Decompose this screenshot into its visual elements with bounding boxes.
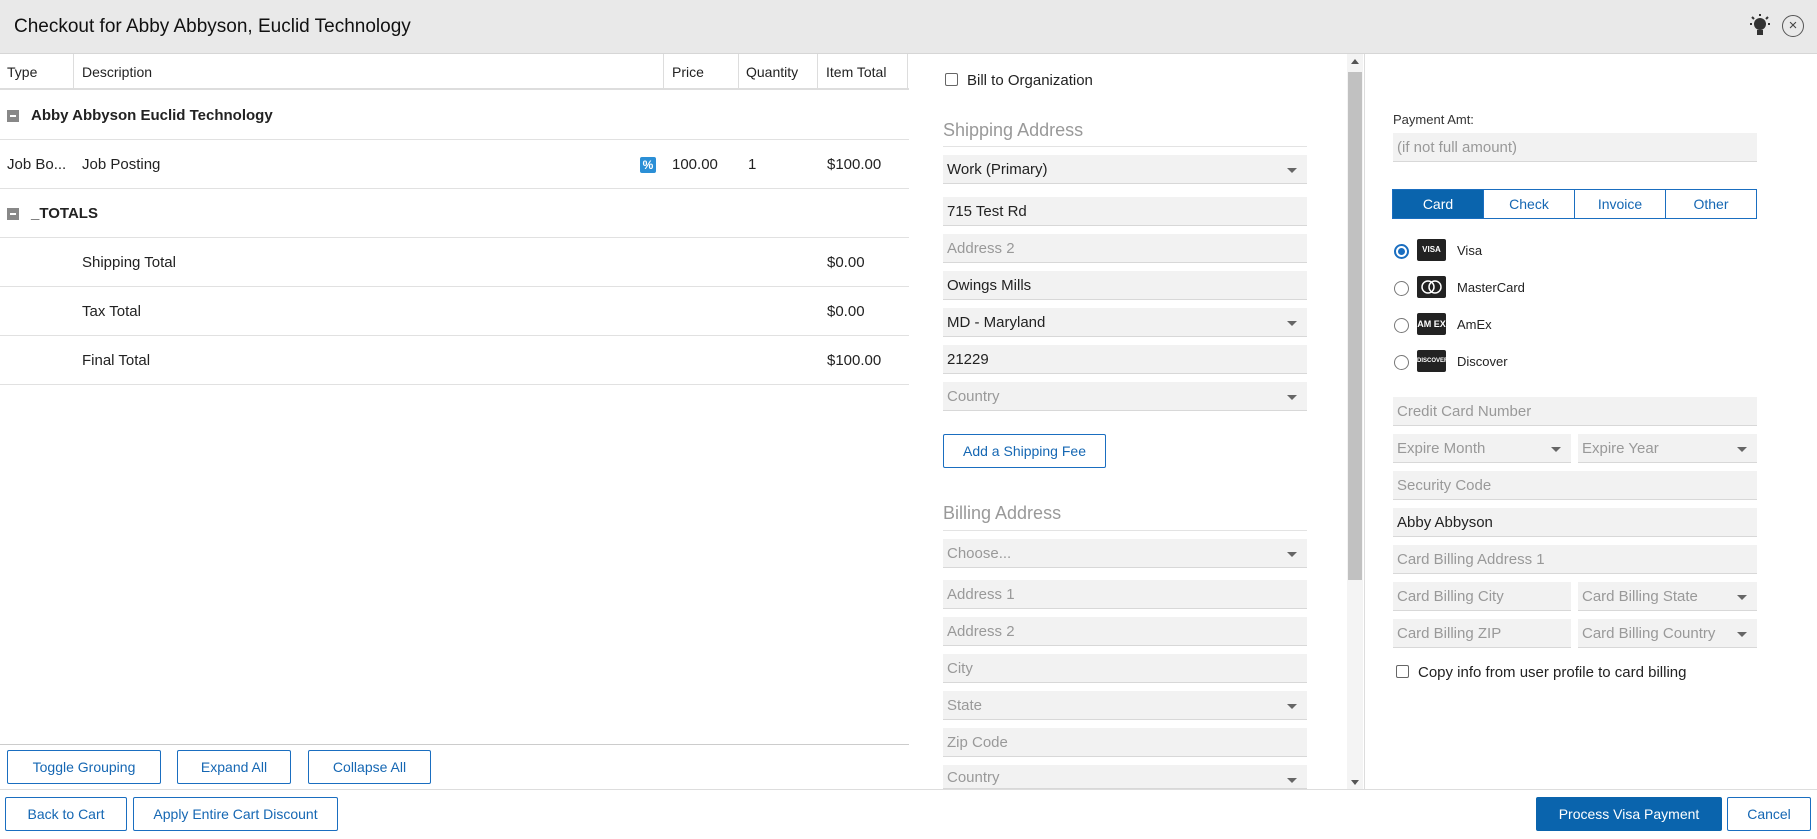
mastercard-label: MasterCard <box>1457 280 1525 295</box>
visa-label: Visa <box>1457 243 1483 258</box>
collapse-icon[interactable] <box>7 208 19 220</box>
column-quantity[interactable]: Quantity <box>746 64 798 80</box>
card-name-field[interactable]: Abby Abbyson <box>1393 508 1757 537</box>
shipping-zip-field[interactable]: 21229 <box>943 345 1307 374</box>
table-row: Shipping Total $0.00 <box>0 238 909 287</box>
tab-invoice[interactable]: Invoice <box>1574 189 1666 219</box>
billing-country-select[interactable]: Country <box>943 765 1307 789</box>
shipping-total-label: Shipping Total <box>82 254 176 271</box>
billing-choose-select[interactable]: Choose... <box>943 539 1307 568</box>
back-to-cart-button[interactable]: Back to Cart <box>5 797 127 831</box>
group-label: _TOTALS <box>31 205 98 222</box>
copy-info-checkbox[interactable] <box>1396 665 1409 678</box>
add-shipping-fee-button[interactable]: Add a Shipping Fee <box>943 434 1106 468</box>
expand-all-button[interactable]: Expand All <box>177 750 291 784</box>
security-code-field[interactable]: Security Code <box>1393 471 1757 500</box>
table-header: Type Description Price Quantity Item Tot… <box>0 54 909 90</box>
card-billing-zip-field[interactable]: Card Billing ZIP <box>1393 619 1571 648</box>
discover-icon: DISCOVER <box>1417 350 1448 372</box>
card-billing-state-select[interactable]: Card Billing State <box>1578 582 1757 611</box>
payment-amt-label: Payment Amt: <box>1393 112 1474 127</box>
bill-to-org-label: Bill to Organization <box>967 72 1093 89</box>
item-type: Job Bo... <box>7 156 67 173</box>
column-type[interactable]: Type <box>7 64 37 80</box>
credit-card-number-field[interactable]: Credit Card Number <box>1393 397 1757 426</box>
group-label: Abby Abbyson Euclid Technology <box>31 107 273 124</box>
shipping-total-value: $0.00 <box>827 254 865 271</box>
shipping-city-field[interactable]: Owings Mills <box>943 271 1307 300</box>
final-total-label: Final Total <box>82 352 151 369</box>
amex-icon: AM EX <box>1417 313 1446 335</box>
table-row: Final Total $100.00 <box>0 336 909 385</box>
copy-info-label: Copy info from user profile to card bill… <box>1418 664 1687 681</box>
group-row: _TOTALS <box>0 189 909 238</box>
tab-check[interactable]: Check <box>1483 189 1575 219</box>
lightbulb-icon[interactable] <box>1748 14 1772 40</box>
title-bar: Checkout for Abby Abbyson, Euclid Techno… <box>0 0 1817 54</box>
mastercard-icon <box>1417 276 1446 298</box>
apply-cart-discount-button[interactable]: Apply Entire Cart Discount <box>133 797 338 831</box>
billing-city-field[interactable]: City <box>943 654 1307 683</box>
final-total-value: $100.00 <box>827 352 882 369</box>
discount-icon[interactable]: % <box>640 157 656 173</box>
shipping-state-select[interactable]: MD - Maryland <box>943 308 1307 337</box>
tab-other[interactable]: Other <box>1665 189 1757 219</box>
item-total: $100.00 <box>827 156 882 173</box>
close-icon[interactable]: × <box>1782 15 1804 37</box>
table-row[interactable]: Job Bo... Job Posting % 100.00 1 $100.00 <box>0 140 909 189</box>
expire-month-select[interactable]: Expire Month <box>1393 434 1571 463</box>
shipping-country-select[interactable]: Country <box>943 382 1307 411</box>
payment-amt-field[interactable]: (if not full amount) <box>1393 133 1757 162</box>
table-row: Tax Total $0.00 <box>0 287 909 336</box>
cart-table: Type Description Price Quantity Item Tot… <box>0 54 909 744</box>
card-billing-country-select[interactable]: Card Billing Country <box>1578 619 1757 648</box>
item-description: Job Posting <box>82 156 161 173</box>
billing-address2-field[interactable]: Address 2 <box>943 617 1307 646</box>
radio-visa[interactable] <box>1394 244 1409 259</box>
group-row: Abby Abbyson Euclid Technology <box>0 91 909 140</box>
shipping-address-type-select[interactable]: Work (Primary) <box>943 155 1307 184</box>
payment-method-tabs: Card Check Invoice Other <box>1392 189 1757 219</box>
bill-to-org-checkbox[interactable] <box>945 73 958 86</box>
amex-label: AmEx <box>1457 317 1492 332</box>
column-price[interactable]: Price <box>672 64 704 80</box>
expire-year-select[interactable]: Expire Year <box>1578 434 1757 463</box>
scroll-down-icon[interactable] <box>1351 780 1359 785</box>
billing-heading: Billing Address <box>943 503 1062 523</box>
scroll-up-icon[interactable] <box>1351 59 1359 64</box>
toggle-grouping-button[interactable]: Toggle Grouping <box>7 750 161 784</box>
tax-total-value: $0.00 <box>827 303 865 320</box>
shipping-address1-field[interactable]: 715 Test Rd <box>943 197 1307 226</box>
card-billing-address1-field[interactable]: Card Billing Address 1 <box>1393 545 1757 574</box>
collapse-icon[interactable] <box>7 110 19 122</box>
card-billing-city-field[interactable]: Card Billing City <box>1393 582 1571 611</box>
tax-total-label: Tax Total <box>82 303 141 320</box>
page-title: Checkout for Abby Abbyson, Euclid Techno… <box>14 16 411 37</box>
radio-discover[interactable] <box>1394 355 1409 370</box>
shipping-heading: Shipping Address <box>943 120 1084 140</box>
column-item-total[interactable]: Item Total <box>826 64 886 80</box>
visa-icon: VISA <box>1417 239 1446 261</box>
billing-state-select[interactable]: State <box>943 691 1307 720</box>
tab-card[interactable]: Card <box>1392 189 1484 219</box>
item-quantity: 1 <box>748 156 757 173</box>
collapse-all-button[interactable]: Collapse All <box>308 750 431 784</box>
radio-mastercard[interactable] <box>1394 281 1409 296</box>
item-price: 100.00 <box>672 156 718 173</box>
scrollbar-thumb[interactable] <box>1348 72 1362 580</box>
shipping-address2-field[interactable]: Address 2 <box>943 234 1307 263</box>
billing-address1-field[interactable]: Address 1 <box>943 580 1307 609</box>
cancel-button[interactable]: Cancel <box>1727 797 1811 831</box>
column-description[interactable]: Description <box>82 64 152 80</box>
discover-label: Discover <box>1457 354 1508 369</box>
radio-amex[interactable] <box>1394 318 1409 333</box>
process-payment-button[interactable]: Process Visa Payment <box>1536 797 1722 831</box>
billing-zip-field[interactable]: Zip Code <box>943 728 1307 757</box>
